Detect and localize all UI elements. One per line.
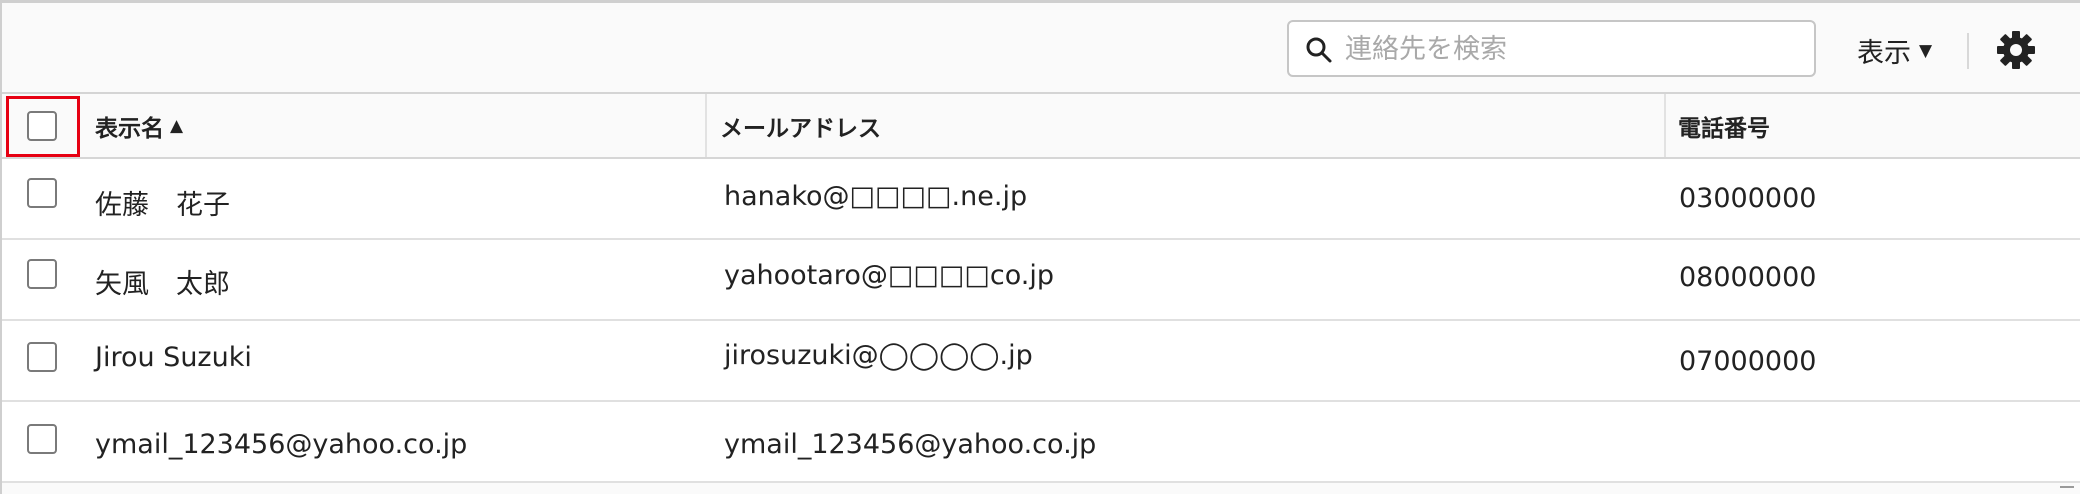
table-row[interactable]: 佐藤 花子 hanako@□□□□.ne.jp 03000000 [2,159,2080,240]
contact-email: jirosuzuki@◯◯◯◯.jp [724,340,1033,371]
contact-phone: 07000000 [1679,346,1817,377]
column-header-phone[interactable]: 電話番号 [1678,94,1770,157]
scroll-indicator[interactable] [2060,486,2074,494]
search-input[interactable] [1345,30,1805,68]
toolbar: 表示 ▼ [2,3,2080,94]
contact-email: hanako@□□□□.ne.jp [724,181,1028,212]
column-divider[interactable] [1664,94,1666,157]
caret-down-icon: ▼ [1919,41,1933,61]
search-box[interactable] [1287,20,1816,77]
contact-email: yahootaro@□□□□co.jp [724,260,1054,291]
column-header-name[interactable]: 表示名 ▲ [95,94,183,157]
table-header: 表示名 ▲ メールアドレス 電話番号 [2,94,2080,159]
row-checkbox[interactable] [27,424,57,454]
contact-phone: 08000000 [1679,262,1817,293]
toolbar-divider [1967,33,1969,69]
column-header-email-label: メールアドレス [720,115,881,142]
contact-name: 矢風 太郎 [95,269,230,300]
column-divider[interactable] [705,94,707,157]
column-header-email[interactable]: メールアドレス [720,94,881,157]
table-row[interactable]: 矢風 太郎 yahootaro@□□□□co.jp 08000000 [2,240,2080,321]
table-row[interactable]: Jirou Suzuki jirosuzuki@◯◯◯◯.jp 07000000 [2,321,2080,402]
view-menu-label: 表示 [1857,37,1911,69]
gear-icon[interactable] [1995,29,2037,71]
search-icon [1306,37,1332,63]
contact-name: ymail_123456@yahoo.co.jp [95,429,468,460]
sort-ascending-icon: ▲ [170,115,184,136]
contact-name: 佐藤 花子 [95,190,230,221]
contact-phone: 03000000 [1679,183,1817,214]
contacts-panel: 表示 ▼ 表示名 ▲ [0,0,2080,494]
row-checkbox[interactable] [27,259,57,289]
contact-email: ymail_123456@yahoo.co.jp [724,429,1097,460]
select-all-checkbox[interactable] [27,111,57,141]
contact-name: Jirou Suzuki [95,342,252,373]
column-header-phone-label: 電話番号 [1678,115,1770,142]
table-row[interactable]: ymail_123456@yahoo.co.jp ymail_123456@ya… [2,402,2080,483]
row-checkbox[interactable] [27,178,57,208]
contacts-table: 表示名 ▲ メールアドレス 電話番号 佐藤 花子 hanako@□□□□.ne.… [2,94,2080,483]
column-header-name-label: 表示名 [95,115,164,142]
row-checkbox[interactable] [27,342,57,372]
view-menu-button[interactable]: 表示 ▼ [1857,30,1932,70]
